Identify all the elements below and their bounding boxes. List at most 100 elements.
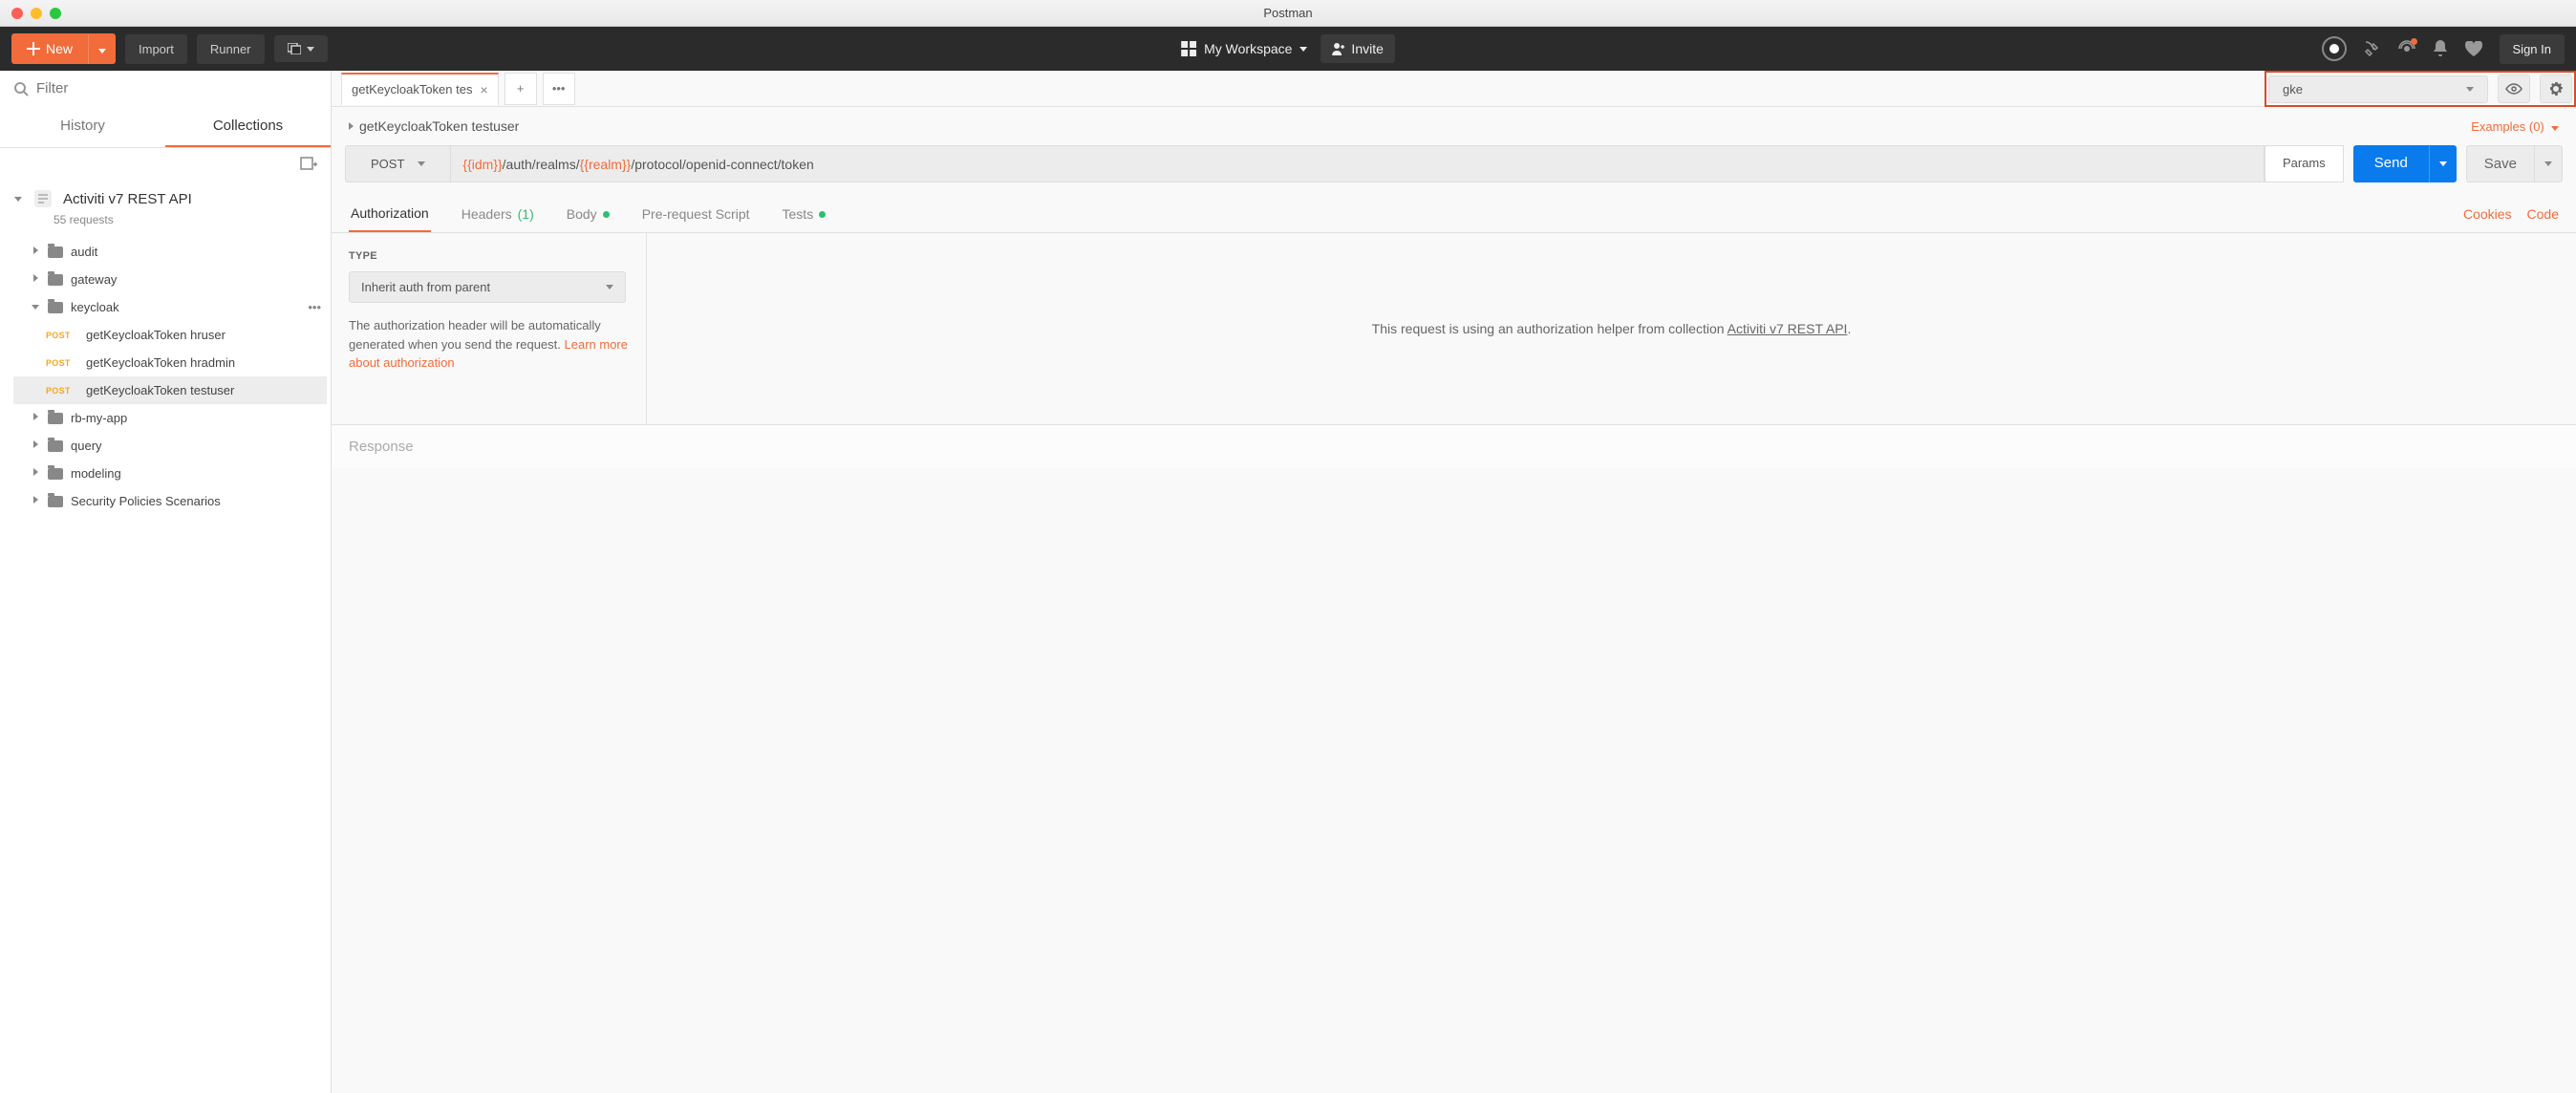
save-button[interactable]: Save [2467, 146, 2534, 182]
row-more-icon[interactable]: ••• [308, 300, 321, 314]
new-button[interactable]: New [11, 33, 88, 64]
folder-row[interactable]: modeling [13, 460, 327, 487]
tab-history[interactable]: History [0, 106, 165, 147]
invite-button[interactable]: Invite [1320, 34, 1394, 63]
examples-dropdown[interactable]: Examples (0) [2471, 119, 2559, 134]
folder-row[interactable]: query [13, 432, 327, 460]
workspace-name: My Workspace [1204, 41, 1292, 56]
minimize-window-button[interactable] [31, 8, 42, 19]
workspace-switcher[interactable]: My Workspace [1181, 41, 1307, 56]
auth-helper-text: This request is using an authorization h… [1372, 321, 1728, 336]
chevron-down-icon [1299, 47, 1307, 52]
caret-down-icon [14, 197, 22, 202]
subtab-body[interactable]: Body [565, 197, 612, 231]
chevron-down-icon [418, 161, 425, 166]
subtab-body-label: Body [567, 206, 597, 222]
caret-right-icon [33, 468, 38, 476]
caret-right-icon [33, 246, 38, 254]
environment-quicklook-button[interactable] [2498, 75, 2530, 103]
auth-collection-link[interactable]: Activiti v7 REST API [1728, 321, 1848, 336]
collection-name: Activiti v7 REST API [63, 191, 192, 207]
request-tab[interactable]: getKeycloakToken tes × [341, 73, 499, 105]
broadcast-icon[interactable] [2398, 40, 2415, 57]
collection-header[interactable]: Activiti v7 REST API [0, 179, 331, 213]
headers-count: (1) [518, 206, 534, 222]
url-input[interactable]: {{idm}}/auth/realms/{{realm}}/protocol/o… [451, 145, 2265, 182]
traffic-lights [0, 8, 61, 19]
sidebar: History Collections Activiti v7 REST API… [0, 71, 332, 1093]
chevron-down-icon [307, 47, 314, 52]
signin-button[interactable]: Sign In [2500, 34, 2565, 64]
method-dropdown[interactable]: POST [345, 145, 451, 182]
close-tab-icon[interactable]: × [480, 82, 487, 97]
filter-input[interactable] [36, 80, 317, 96]
folder-row[interactable]: gateway [13, 266, 327, 293]
auth-helper-text-end: . [1847, 321, 1851, 336]
collection-tree: auditgateway keycloak ••• POSTgetKeycloakTo… [0, 234, 331, 519]
search-icon [13, 81, 29, 96]
request-row[interactable]: POSTgetKeycloakToken testuser [13, 376, 327, 404]
new-window-button[interactable] [274, 35, 328, 62]
environment-area: gke [2265, 71, 2576, 107]
tree-item-label: getKeycloakToken testuser [86, 383, 234, 397]
tab-options-button[interactable]: ••• [543, 73, 575, 105]
request-row[interactable]: POSTgetKeycloakToken hruser [13, 321, 327, 349]
folder-row[interactable]: audit [13, 238, 327, 266]
user-plus-icon [1332, 42, 1345, 55]
auth-left-panel: TYPE Inherit auth from parent The author… [332, 233, 647, 424]
auth-desc-text: The authorization header will be automat… [349, 318, 601, 352]
folder-row[interactable]: Security Policies Scenarios [13, 487, 327, 515]
new-tab-button[interactable]: + [504, 73, 537, 105]
subtab-tests[interactable]: Tests [781, 197, 828, 231]
save-button-group: Save [2466, 145, 2563, 182]
send-dropdown[interactable] [2429, 145, 2457, 182]
new-dropdown[interactable] [88, 34, 116, 64]
sidebar-tabs: History Collections [0, 106, 331, 148]
send-button[interactable]: Send [2353, 145, 2429, 182]
chevron-down-icon [2466, 87, 2474, 92]
maximize-window-button[interactable] [50, 8, 61, 19]
folder-row[interactable]: keycloak ••• [13, 293, 327, 321]
subtab-authorization[interactable]: Authorization [349, 196, 431, 232]
tree-item-label: keycloak [71, 300, 119, 314]
folder-icon [48, 302, 63, 313]
request-tab-label: getKeycloakToken tes [352, 82, 472, 96]
subtab-headers-label: Headers [462, 206, 512, 222]
code-link[interactable]: Code [2527, 206, 2559, 222]
invite-label: Invite [1351, 41, 1383, 56]
tree-item-label: Security Policies Scenarios [71, 494, 221, 508]
import-button[interactable]: Import [125, 34, 187, 64]
authorization-panel: TYPE Inherit auth from parent The author… [332, 233, 2576, 424]
folder-icon [48, 468, 63, 480]
folder-icon [48, 246, 63, 258]
environment-dropdown[interactable]: gke [2268, 75, 2488, 103]
params-button[interactable]: Params [2265, 145, 2344, 182]
chevron-down-icon [2544, 161, 2552, 166]
chevron-down-icon [98, 49, 106, 54]
new-collection-icon[interactable] [300, 156, 317, 171]
window-titlebar: Postman [0, 0, 2576, 27]
save-dropdown[interactable] [2534, 146, 2562, 182]
subtab-headers[interactable]: Headers (1) [460, 197, 536, 231]
environment-settings-button[interactable] [2540, 75, 2572, 103]
collection-subtitle: 55 requests [0, 213, 331, 234]
status-dot-icon [603, 211, 610, 218]
auth-type-label: TYPE [349, 250, 629, 262]
bell-icon[interactable] [2433, 40, 2448, 57]
subtab-prerequest[interactable]: Pre-request Script [640, 197, 752, 231]
runner-button[interactable]: Runner [197, 34, 265, 64]
close-window-button[interactable] [11, 8, 23, 19]
auth-type-dropdown[interactable]: Inherit auth from parent [349, 271, 626, 303]
tab-collections[interactable]: Collections [165, 106, 331, 147]
heart-icon[interactable] [2465, 41, 2482, 56]
send-button-group: Send [2353, 145, 2457, 182]
cookies-link[interactable]: Cookies [2463, 206, 2512, 222]
chevron-down-icon [606, 285, 613, 289]
folder-row[interactable]: rb-my-app [13, 404, 327, 432]
caret-right-icon[interactable] [349, 122, 354, 130]
sync-icon[interactable] [2322, 36, 2347, 61]
grid-icon [1181, 41, 1196, 56]
satellite-icon[interactable] [2364, 40, 2381, 57]
tree-item-label: getKeycloakToken hradmin [86, 355, 235, 370]
request-row[interactable]: POSTgetKeycloakToken hradmin [13, 349, 327, 376]
